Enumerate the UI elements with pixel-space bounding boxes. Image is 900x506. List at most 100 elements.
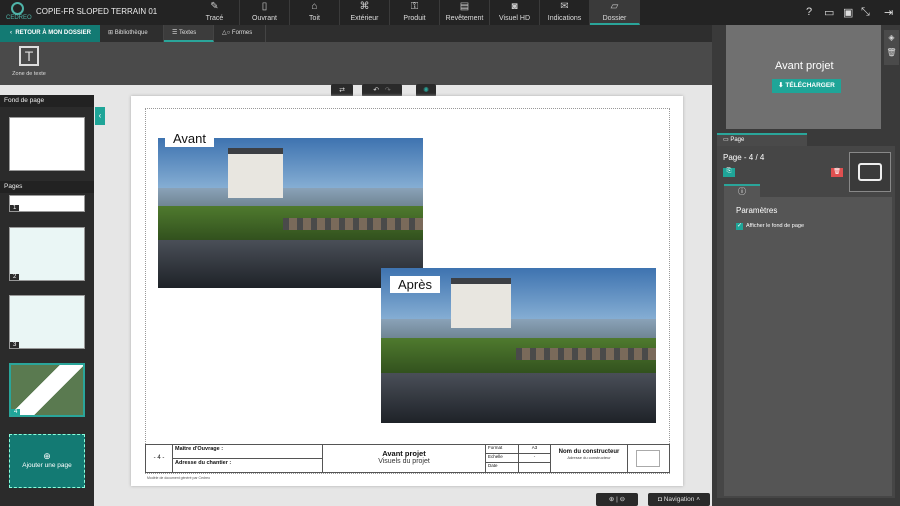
page-thumbnail-2[interactable]: 2	[9, 227, 85, 281]
tab-trace[interactable]: ✎ Tracé	[190, 0, 240, 25]
panel-tab-label: Page	[730, 137, 745, 143]
parameters-title: Paramètres	[736, 206, 778, 215]
pencil-icon: ✎	[210, 1, 219, 12]
parameters-panel	[724, 197, 892, 496]
subtab-textes[interactable]: ☰ Textes	[164, 25, 214, 42]
comment-icon[interactable]: ▭	[824, 6, 834, 19]
subtab-label: Textes	[178, 30, 197, 36]
download-button[interactable]: ⬇ TÉLÉCHARGER	[772, 79, 841, 93]
tab-indications[interactable]: ✉ Indications	[540, 0, 590, 25]
layers-icon[interactable]: ◈	[884, 33, 899, 42]
text-icon: ☰	[172, 30, 179, 36]
page-format-button[interactable]	[849, 152, 891, 192]
add-page-label: Ajouter une page	[22, 462, 72, 469]
duplicate-page-button[interactable]: ⎘	[723, 168, 735, 177]
show-background-checkbox[interactable]: ✓	[736, 223, 743, 230]
page-thumbnail-1[interactable]: 1	[9, 195, 85, 212]
tab-label: Revêtement	[445, 15, 484, 22]
document-subtitle: Visuels du projet	[378, 458, 430, 465]
tab-label: Ouvrant	[252, 15, 277, 22]
tab-dossier[interactable]: ▱ Dossier	[590, 0, 640, 25]
collapse-panel-button[interactable]: ‹	[95, 107, 105, 125]
zoom-controls: ⊕ | ⊖	[596, 493, 638, 506]
page-number: 4	[11, 409, 21, 415]
logout-icon[interactable]: ⇥	[884, 6, 893, 19]
subtab-formes[interactable]: △○ Formes	[214, 25, 266, 42]
title-block: - 4 - Maître d'Ouvrage : Adresse du chan…	[145, 444, 670, 473]
scale-value: -	[519, 454, 551, 463]
download-label: TÉLÉCHARGER	[785, 82, 835, 89]
subtab-bibliotheque[interactable]: ⊞ Bibliothèque	[100, 25, 164, 42]
compress-icon[interactable]: ⤡	[861, 6, 870, 19]
before-label[interactable]: Avant	[165, 130, 215, 147]
site-address-cell: Adresse du chantier :	[173, 459, 323, 472]
before-render-image[interactable]	[158, 138, 423, 288]
page-number: 3	[10, 342, 20, 348]
save-icon[interactable]: ▣	[843, 6, 853, 19]
tab-label: Visuel HD	[499, 15, 530, 22]
cedreo-logo: CEDREO	[6, 2, 32, 24]
text-zone-tool[interactable]: T Zone de texte	[4, 46, 54, 77]
page-number: 2	[10, 274, 20, 280]
zoom-out-icon[interactable]: ⊖	[620, 496, 625, 503]
tab-produit[interactable]: ⚿ Produit	[390, 0, 440, 25]
date-value	[519, 463, 551, 472]
after-label[interactable]: Après	[390, 276, 440, 293]
back-label: RETOUR À MON DOSSIER	[15, 30, 91, 36]
zoom-in-icon[interactable]: ⊕	[609, 496, 614, 503]
navigation-button[interactable]: ◘ Navigation ˄	[648, 493, 710, 506]
project-title: COPIE-FR SLOPED TERRAIN 01	[36, 7, 158, 16]
undo-icon[interactable]: ↶	[373, 87, 379, 94]
subtab-label: Bibliothèque	[114, 30, 148, 36]
subtab-label: Formes	[231, 30, 253, 36]
side-toolbar: ◈ 🗑	[884, 30, 899, 65]
shapes-icon: △○	[222, 30, 232, 36]
page-thumbnail-4[interactable]: 4	[9, 363, 85, 417]
tab-label: Tracé	[205, 15, 224, 22]
document-preview[interactable]	[726, 25, 881, 129]
show-background-label: Afficher le fond de page	[746, 223, 804, 229]
date-label: Date	[486, 463, 519, 472]
back-to-folder-button[interactable]: ‹ RETOUR À MON DOSSIER	[0, 25, 100, 42]
tab-label: Produit	[403, 15, 426, 22]
redo-icon[interactable]: ↷	[385, 87, 391, 94]
door-icon: ▯	[261, 1, 268, 12]
paint-roller-icon: ▤	[459, 1, 470, 12]
delete-page-button[interactable]: 🗑	[831, 168, 843, 177]
page-sheet-icon	[858, 163, 882, 181]
tab-toit[interactable]: ⌂ Toit	[290, 0, 340, 25]
tab-ouvrant[interactable]: ▯ Ouvrant	[240, 0, 290, 25]
page-thumbnail-3[interactable]: 3	[9, 295, 85, 349]
tab-label: Extérieur	[350, 15, 379, 22]
roof-icon: ⌂	[311, 1, 318, 12]
folder-icon: ▱	[610, 1, 619, 12]
tab-visuel-hd[interactable]: ◙ Visuel HD	[490, 0, 540, 25]
builder-logo	[636, 450, 660, 467]
page-background-thumbnail[interactable]	[9, 117, 85, 171]
navigation-label: Navigation	[663, 496, 695, 503]
trash-icon[interactable]: 🗑	[884, 48, 899, 57]
format-value: A3	[519, 445, 551, 454]
tab-label: Indications	[547, 15, 582, 22]
library-icon: ⊞	[108, 30, 115, 36]
info-icon: ⓘ	[738, 187, 746, 196]
plus-circle-icon: ⊕	[43, 451, 51, 461]
tool-label: Zone de texte	[12, 71, 46, 77]
exterior-icon: ⌘	[359, 1, 370, 12]
tab-exterieur[interactable]: ⌘ Extérieur	[340, 0, 390, 25]
tab-label: Toit	[309, 15, 320, 22]
builder-address: Adresse du constructeur	[567, 455, 611, 460]
format-label: Format	[486, 445, 519, 454]
page-indicator: Page - 4 / 4	[723, 153, 765, 162]
tab-revetement[interactable]: ▤ Revêtement	[440, 0, 490, 25]
help-icon[interactable]: ?	[806, 6, 812, 18]
product-icon: ⚿	[410, 1, 419, 12]
background-header: Fond de page	[0, 95, 94, 107]
pages-header: Pages	[0, 181, 94, 193]
tab-label: Dossier	[602, 15, 627, 22]
add-page-button[interactable]: ⊕ Ajouter une page	[9, 434, 85, 488]
scale-label: Echelle	[486, 454, 519, 463]
panel-tab-page[interactable]: ▭ Page	[717, 133, 807, 146]
info-tab[interactable]: ⓘ	[724, 184, 760, 197]
page-number-cell: - 4 -	[146, 445, 173, 472]
